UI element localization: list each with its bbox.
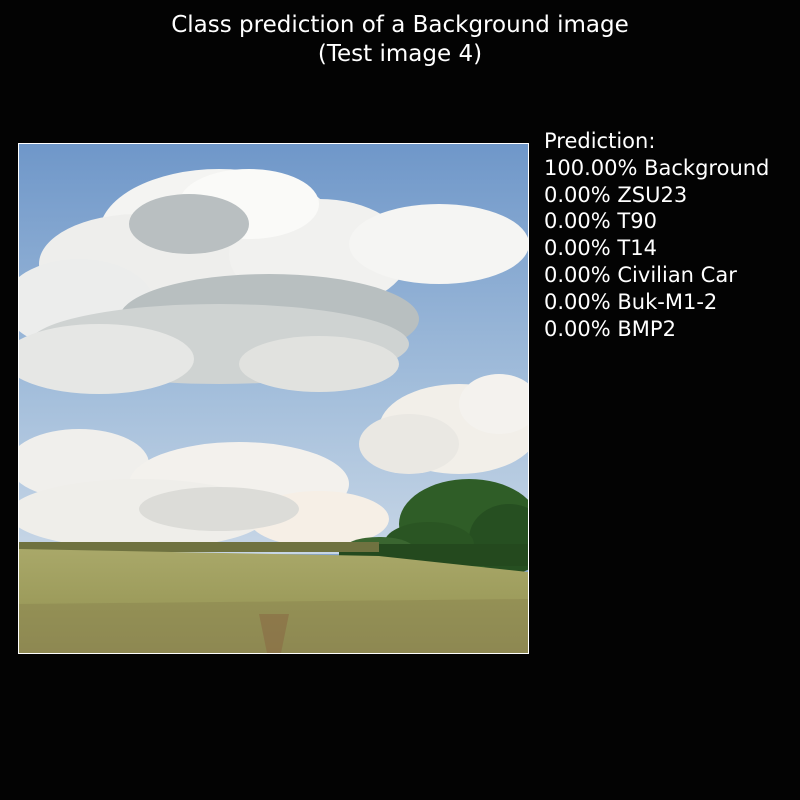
landscape-photo <box>19 144 528 653</box>
prediction-line: 100.00% Background <box>544 155 770 180</box>
prediction-heading: Prediction: <box>544 129 656 153</box>
prediction-line: 0.00% T90 <box>544 209 657 234</box>
prediction-line: 0.00% Civilian Car <box>544 262 737 287</box>
prediction-line: 0.00% T14 <box>544 236 657 261</box>
test-image <box>18 143 529 654</box>
title-line-1: Class prediction of a Background image <box>171 12 629 38</box>
title-line-2: (Test image 4) <box>317 41 483 67</box>
prediction-panel: Prediction: 100.00% Background 0.00% ZSU… <box>544 128 769 342</box>
figure-title: Class prediction of a Background image (… <box>0 11 800 69</box>
prediction-line: 0.00% BMP2 <box>544 316 676 341</box>
prediction-line: 0.00% Buk-M1-2 <box>544 289 718 314</box>
prediction-line: 0.00% ZSU23 <box>544 182 688 207</box>
